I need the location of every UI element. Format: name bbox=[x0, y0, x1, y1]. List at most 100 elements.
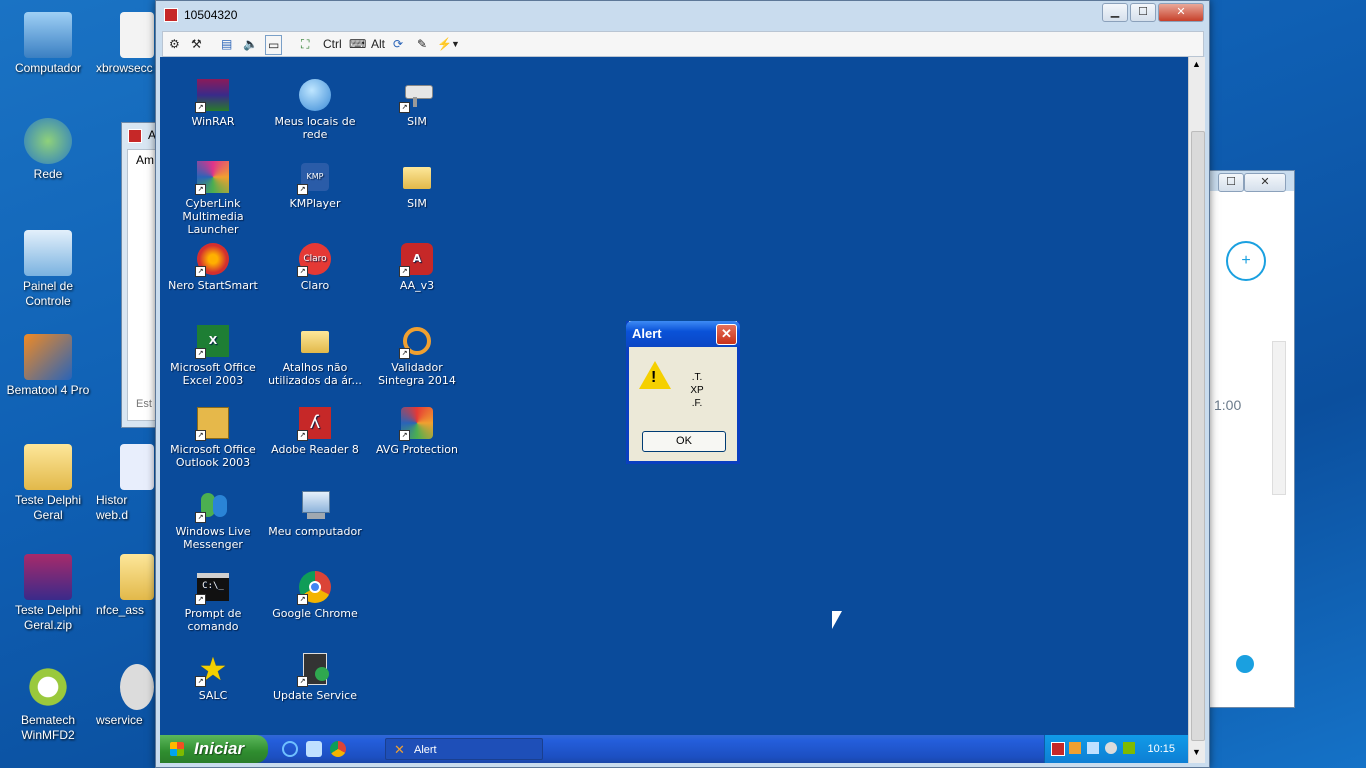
start-button[interactable]: Iniciar bbox=[160, 735, 268, 763]
adobe-reader-icon: ʎ ↗ bbox=[297, 407, 331, 441]
xp-icon-sim-camera[interactable]: ↗ SIM bbox=[367, 79, 467, 128]
system-tray: 10:15 bbox=[1044, 735, 1188, 763]
chevron-down-icon[interactable]: ▼ bbox=[451, 35, 460, 53]
close-button[interactable]: ✕ bbox=[716, 324, 737, 345]
xp-icon-outlook[interactable]: ↗ Microsoft Office Outlook 2003 bbox=[163, 407, 263, 469]
xp-icon-salc[interactable]: ★ ↗ SALC bbox=[163, 653, 263, 702]
xp-icon-aa-v3[interactable]: A ↗ AA_v3 bbox=[367, 243, 467, 292]
xp-icon-validador-sintegra[interactable]: ↗ Validador Sintegra 2014 bbox=[367, 325, 467, 387]
windows-logo-icon bbox=[170, 742, 184, 756]
desktop-icon-partial[interactable]: Histor web.d bbox=[96, 444, 156, 523]
scroll-down-arrow-icon[interactable]: ▼ bbox=[1192, 747, 1201, 757]
alert-dialog[interactable]: Alert ✕ ! .T. XP .F. OK bbox=[626, 321, 740, 464]
tray-app-icon[interactable] bbox=[1051, 742, 1065, 756]
tray-network-icon[interactable] bbox=[1087, 742, 1099, 754]
tool-icon[interactable]: ✎ bbox=[417, 35, 427, 53]
resize-icon[interactable]: ⚒ bbox=[191, 35, 202, 53]
alert-titlebar[interactable]: Alert ✕ bbox=[626, 321, 740, 347]
word-document-icon bbox=[120, 444, 154, 490]
emoji-icon[interactable] bbox=[1236, 655, 1254, 673]
keyboard-icon[interactable]: ⌨ bbox=[349, 35, 366, 53]
xp-icon-update-service[interactable]: ↗ Update Service bbox=[265, 653, 365, 702]
minimize-button[interactable]: ▁ bbox=[1102, 3, 1128, 22]
scrollbar-thumb[interactable] bbox=[1191, 131, 1205, 741]
remote-window-titlebar[interactable]: 10504320 ▁ ☐ ✕ bbox=[156, 1, 1209, 29]
refresh-icon[interactable]: ⟳ bbox=[393, 35, 403, 53]
fit-screen-icon[interactable]: ⚙ bbox=[169, 35, 180, 53]
desktop-icon-label: Painel de Controle bbox=[22, 279, 74, 308]
computer-icon bbox=[299, 489, 331, 521]
vertical-scrollbar[interactable]: ▲ ▼ bbox=[1188, 57, 1205, 763]
xp-icon-claro[interactable]: Claro ↗ Claro bbox=[265, 243, 365, 292]
remote-session-window[interactable]: 10504320 ▁ ☐ ✕ ⚙ ⚒ ▤ 🔈 ▭ ⛶ Ctrl ⌨ Alt ⟳ … bbox=[155, 0, 1210, 768]
xp-icon-excel[interactable]: X ↗ Microsoft Office Excel 2003 bbox=[163, 325, 263, 387]
desktop-icon-bematool[interactable]: Bematool 4 Pro bbox=[0, 334, 96, 398]
speaker-icon[interactable]: 🔈 bbox=[243, 35, 258, 53]
add-contact-icon[interactable]: + bbox=[1226, 241, 1266, 281]
ie-quicklaunch-icon[interactable] bbox=[306, 741, 322, 757]
ok-button[interactable]: OK bbox=[642, 431, 726, 452]
cyberlink-icon: ↗ bbox=[195, 161, 229, 195]
mouse-cursor-icon bbox=[832, 611, 842, 629]
xp-icon-atalhos[interactable]: Atalhos não utilizados da ár... bbox=[265, 325, 365, 387]
alert-message-line: .F. bbox=[691, 398, 703, 409]
network-globe-icon bbox=[299, 79, 331, 111]
fullscreen-icon[interactable]: ⛶ bbox=[301, 35, 309, 53]
desktop-icon-partial[interactable]: xbrowsecc bbox=[96, 12, 156, 76]
taskbar-item-alert[interactable]: ✕ Alert bbox=[385, 738, 543, 760]
xp-icon-cyberlink[interactable]: ↗ CyberLink Multimedia Launcher bbox=[163, 161, 263, 236]
alert-title: Alert bbox=[632, 326, 662, 341]
panel-icon[interactable]: ▤ bbox=[221, 35, 232, 53]
desktop-icon-teste-delphi-geral-zip[interactable]: Teste Delphi Geral.zip bbox=[0, 554, 96, 633]
xp-icon-sim-folder[interactable]: SIM bbox=[367, 161, 467, 210]
desktop-icon-label: Computador bbox=[14, 61, 82, 75]
xp-icon-adobe-reader[interactable]: ʎ ↗ Adobe Reader 8 bbox=[265, 407, 365, 456]
xp-icon-winrar[interactable]: ↗ WinRAR bbox=[163, 79, 263, 128]
xp-icon-prompt[interactable]: C:\_ ↗ Prompt de comando bbox=[163, 571, 263, 633]
xp-icon-network-places[interactable]: Meus locais de rede bbox=[265, 79, 365, 141]
folder-icon bbox=[24, 444, 72, 490]
update-service-icon: ↗ bbox=[297, 653, 331, 687]
tray-security-icon[interactable] bbox=[1123, 742, 1135, 754]
xp-icon-kmplayer[interactable]: KMP ↗ KMPlayer bbox=[265, 161, 365, 210]
xp-icon-avg[interactable]: ↗ AVG Protection bbox=[367, 407, 467, 456]
desktop-icon-partial[interactable]: wservice bbox=[96, 664, 156, 728]
computer-icon bbox=[24, 12, 72, 58]
desktop-icon-partial[interactable]: nfce_ass bbox=[96, 554, 156, 618]
desktop-icon-painel-de-controle[interactable]: Painel de Controle bbox=[0, 230, 96, 309]
lightning-icon[interactable]: ⚡ bbox=[437, 35, 452, 53]
monitor-icon[interactable]: ▭ bbox=[265, 35, 283, 55]
time-label: 1:00 bbox=[1214, 397, 1242, 413]
desktop-icon-bematech-winmfd2[interactable]: Bematech WinMFD2 bbox=[0, 664, 96, 743]
warning-icon-mark: ! bbox=[651, 369, 657, 386]
xp-icon-nero[interactable]: ↗ Nero StartSmart bbox=[163, 243, 263, 292]
desktop-icon-label: Bematool 4 Pro bbox=[6, 383, 90, 397]
alt-key-button[interactable]: Alt bbox=[371, 35, 385, 53]
ctrl-key-button[interactable]: Ctrl bbox=[323, 35, 342, 53]
scroll-up-arrow-icon[interactable]: ▲ bbox=[1192, 59, 1201, 69]
background-window-right[interactable]: ☐ ✕ + 1:00 bbox=[1207, 170, 1295, 708]
alert-message: .T. XP .F. bbox=[687, 371, 707, 410]
chrome-quicklaunch-icon[interactable] bbox=[330, 741, 346, 757]
close-button[interactable]: ✕ bbox=[1244, 173, 1286, 192]
remote-desktop-area[interactable]: ↗ WinRAR ↗ CyberLink Multimedia Launcher ↗… bbox=[160, 57, 1188, 763]
scrollbar[interactable] bbox=[1272, 341, 1286, 495]
gear-file-icon bbox=[120, 664, 154, 710]
ie-quicklaunch-icon[interactable] bbox=[282, 741, 298, 757]
xp-icon-my-computer[interactable]: Meu computador bbox=[265, 489, 365, 538]
command-prompt-icon: C:\_ ↗ bbox=[195, 571, 229, 605]
alert-message-line: .T. bbox=[691, 372, 703, 383]
desktop-icon-rede[interactable]: Rede bbox=[0, 118, 96, 182]
close-button[interactable]: ✕ bbox=[1158, 3, 1204, 22]
maximize-button[interactable]: ☐ bbox=[1218, 173, 1244, 192]
security-camera-icon: ↗ bbox=[399, 79, 433, 113]
desktop-icon-teste-delphi-geral[interactable]: Teste Delphi Geral bbox=[0, 444, 96, 523]
tray-app-icon[interactable] bbox=[1069, 742, 1081, 754]
desktop-icon-computador[interactable]: Computador bbox=[0, 12, 96, 76]
tray-volume-icon[interactable] bbox=[1105, 742, 1117, 754]
alert-message-line: XP bbox=[690, 385, 704, 396]
maximize-button[interactable]: ☐ bbox=[1130, 3, 1156, 22]
xp-icon-messenger[interactable]: ↗ Windows Live Messenger bbox=[163, 489, 263, 551]
xp-icon-chrome[interactable]: ↗ Google Chrome bbox=[265, 571, 365, 620]
menu-item[interactable]: Am bbox=[136, 153, 154, 167]
